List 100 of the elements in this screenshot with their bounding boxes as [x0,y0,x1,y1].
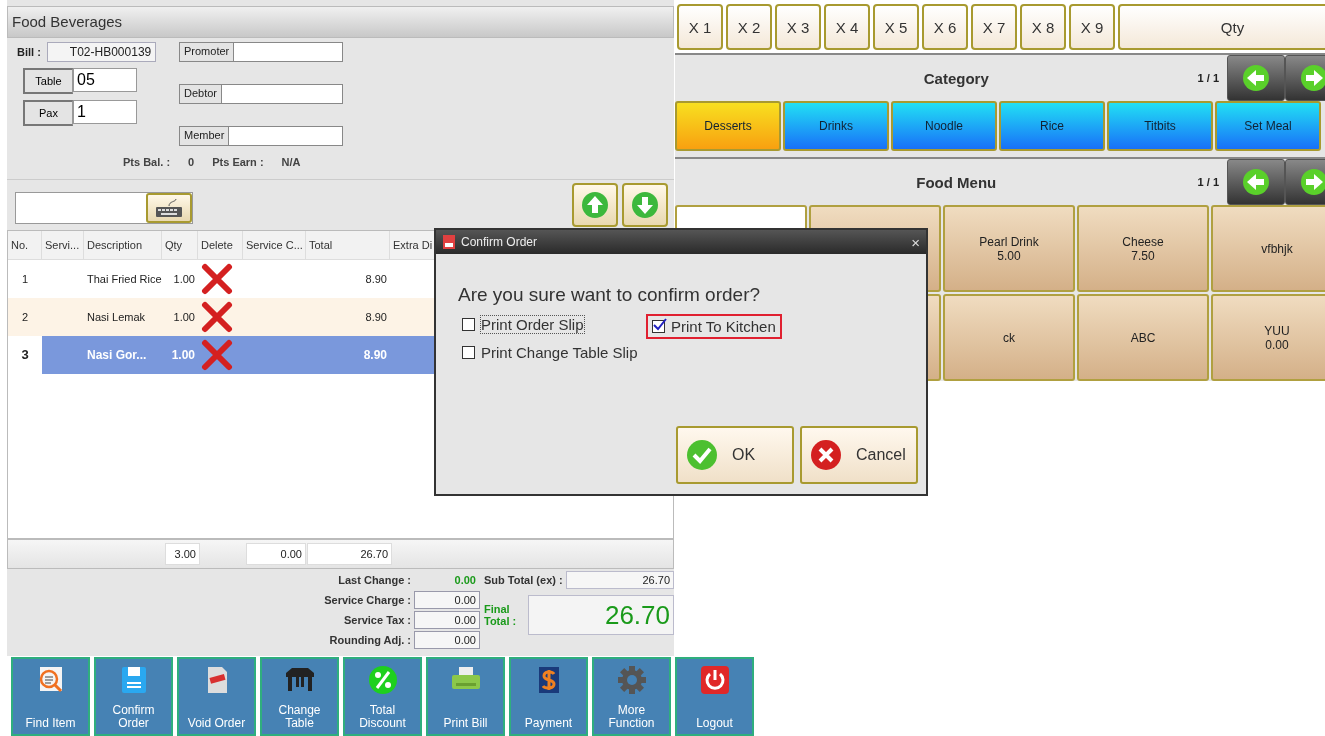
previous-button[interactable] [1227,159,1285,205]
scroll-down-button[interactable] [622,183,668,228]
service-charge-label: Service Charge : [324,593,412,606]
item-description: Nasi Lemak [86,310,147,326]
item-total: 8.90 [362,347,388,365]
print-option-checkbox[interactable]: Print Order Slip [458,314,588,335]
right-arrow-icon [1300,64,1325,92]
column-header: Qty [162,231,198,260]
section-title: Food Menu [915,173,998,191]
delete-icon[interactable] [201,301,233,334]
menu-item-tile[interactable]: Pearl Drink 5.00 [943,205,1075,292]
section-title: Category [922,69,990,87]
rounding-label: Rounding Adj. : [328,633,412,646]
last-change-value: 0.00 [453,572,477,588]
dialog-button[interactable]: OK [676,426,794,484]
item-description: Thai Fried Rice [86,272,162,288]
row-number: 3 [20,346,30,365]
category-tab[interactable]: Desserts [675,101,781,151]
service-charge-value: 0.00 [414,590,480,609]
column-header: Total [306,231,390,260]
final-total-label: Final Total : [484,602,518,627]
category-tab[interactable]: Noodle [891,101,997,151]
debtor-label: Debtor [179,84,223,104]
multiplier-button[interactable]: X 9 [1069,4,1115,50]
promoter-label: Promoter [179,42,235,62]
action-button[interactable]: Print Bill [426,657,505,736]
table-field[interactable]: 05 [73,68,137,92]
item-description: Nasi Gor... [86,347,148,365]
action-button[interactable]: More Function [592,657,671,736]
item-quantity: 1.00 [172,272,196,288]
keyboard-button[interactable] [146,193,192,224]
previous-button[interactable] [1227,55,1285,101]
category-tab[interactable]: Titbits [1107,101,1213,151]
table-button[interactable]: Table [23,68,73,94]
close-button[interactable]: × [911,233,920,251]
action-button[interactable]: Void Order [177,657,256,736]
category-tab[interactable]: Drinks [783,101,889,151]
debtor-field[interactable] [222,84,343,104]
final-total-value: 26.70 [528,594,674,635]
category-tab[interactable]: Set Meal [1215,101,1321,151]
promoter-field[interactable] [234,42,343,62]
scroll-up-button[interactable] [572,183,618,228]
member-label: Member [179,126,230,146]
pax-field[interactable]: 1 [73,100,137,124]
print-option-checkbox[interactable]: Print Change Table Slip [458,342,642,363]
points-balance: 0 [188,156,195,168]
check-icon [653,318,667,332]
menu-item-tile[interactable]: ck [943,294,1075,381]
menu-item-tile[interactable]: YUU 0.00 [1211,294,1325,381]
dialog-button[interactable]: Cancel [800,426,918,484]
menu-item-tile[interactable]: ABC [1077,294,1209,381]
multiplier-button[interactable]: X 5 [873,4,919,50]
total-amount: 26.70 [307,543,392,566]
multiplier-button[interactable]: X 3 [775,4,821,50]
multiplier-button[interactable]: X 6 [922,4,968,50]
action-button[interactable]: Change Table [260,657,339,736]
bill-label: Bill : [17,46,41,58]
delete-icon[interactable] [201,263,233,296]
printer-icon [449,665,482,691]
points-earn: N/A [281,156,301,168]
pax-button[interactable]: Pax [23,100,73,126]
member-field[interactable] [229,126,343,146]
action-button[interactable]: Payment [509,657,588,736]
points-balance-label: Pts Bal. : [123,156,171,168]
column-header: Description [84,231,162,260]
search-field[interactable] [15,192,193,225]
panel-title: Food Beverages [7,6,674,38]
menu-item-tile[interactable]: Cheese 7.50 [1077,205,1209,292]
column-header: Delete [198,231,243,260]
dialog-title: Confirm Order [461,235,538,249]
item-total: 8.90 [364,272,388,288]
action-button[interactable]: Logout [675,657,754,736]
multiplier-button[interactable]: X 7 [971,4,1017,50]
cancel-circle-icon [810,439,842,471]
multiplier-button[interactable]: X 2 [726,4,772,50]
action-button[interactable]: Total Discount [343,657,422,736]
menu-item-tile[interactable]: vfbhjk [1211,205,1325,292]
service-tax-value: 0.00 [414,610,480,629]
page-indicator: 1 / 1 [1197,72,1219,84]
multiplier-button[interactable]: X 4 [824,4,870,50]
row-number: 1 [20,272,30,288]
rounding-value: 0.00 [414,630,480,649]
item-quantity: 1.00 [172,310,196,326]
sub-total-value: 26.70 [565,570,674,589]
category-tab[interactable]: Rice [999,101,1105,151]
action-button[interactable]: Confirm Order [94,657,173,736]
multiplier-button[interactable]: X 1 [677,4,723,50]
check-circle-icon [686,439,718,471]
multiplier-button[interactable]: X 8 [1020,4,1066,50]
print-option-checkbox[interactable]: Print To Kitchen [646,314,782,339]
table-icon [283,665,316,693]
keyboard-icon [154,198,184,219]
item-total: 8.90 [364,310,388,326]
app-icon [442,234,456,250]
sub-total-label: Sub Total (ex) : [484,573,564,586]
qty-button[interactable]: Qty [1118,4,1325,50]
gear-icon [616,665,647,695]
column-header: No. [8,231,42,260]
action-button[interactable]: Find Item [11,657,90,736]
total-service: 0.00 [246,543,306,566]
